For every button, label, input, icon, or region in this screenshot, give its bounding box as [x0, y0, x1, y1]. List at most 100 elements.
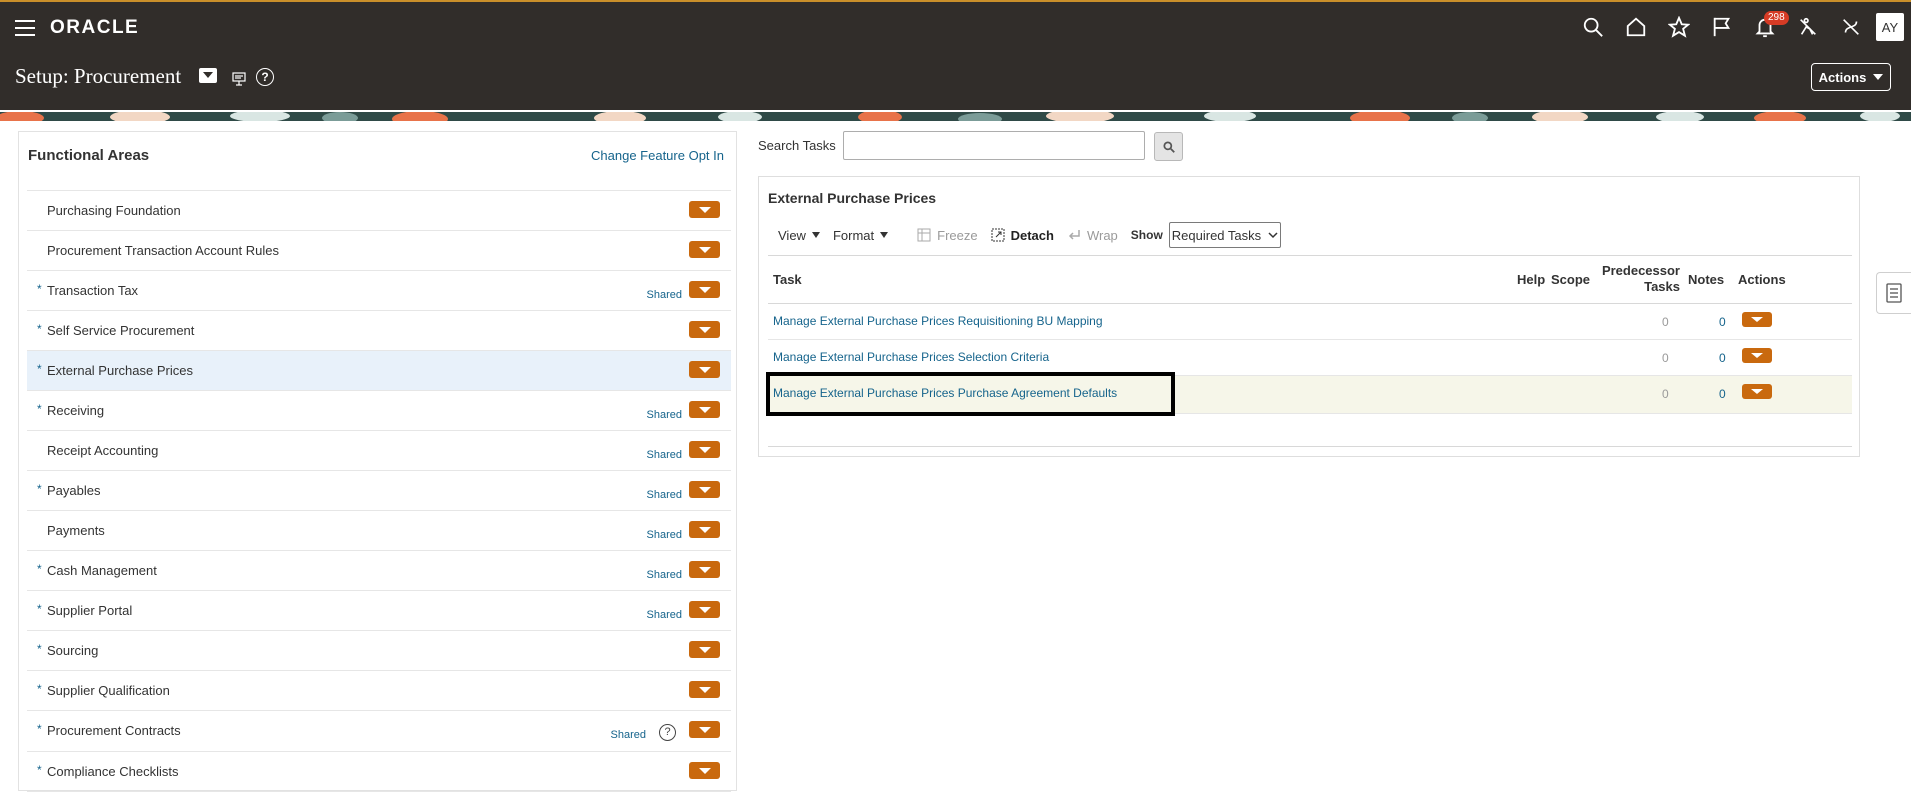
task-row: Manage External Purchase Prices Selectio… [768, 340, 1852, 376]
functional-area-row[interactable]: Receipt Accounting Shared [27, 431, 731, 471]
shared-label: Shared [610, 729, 646, 741]
task-actions-dropdown-icon[interactable] [1742, 348, 1772, 363]
task-actions-dropdown-icon[interactable] [1742, 384, 1772, 399]
notes-count-link[interactable]: 0 [1719, 351, 1726, 365]
tasks-table: Task Help Scope Predecessor Tasks Notes … [768, 255, 1852, 447]
row-actions-dropdown-icon[interactable] [689, 521, 720, 538]
row-actions-dropdown-icon[interactable] [689, 201, 720, 218]
view-menu[interactable]: View [778, 228, 820, 243]
functional-area-row[interactable]: * Self Service Procurement [27, 311, 731, 351]
page-help-icon[interactable]: ? [256, 68, 274, 86]
row-actions-dropdown-icon[interactable] [689, 321, 720, 338]
row-actions-dropdown-icon[interactable] [689, 601, 720, 618]
show-tasks-select[interactable]: Required Tasks [1168, 222, 1281, 248]
functional-area-name: Self Service Procurement [47, 323, 195, 338]
functional-area-name: Receipt Accounting [47, 443, 159, 458]
row-actions-dropdown-icon[interactable] [689, 361, 720, 378]
notes-count-link[interactable]: 0 [1719, 315, 1726, 329]
notifications-bell-icon[interactable]: 298 [1743, 10, 1789, 44]
row-actions-dropdown-icon[interactable] [689, 681, 720, 698]
search-tasks-input[interactable] [843, 131, 1145, 160]
row-actions-dropdown-icon[interactable] [689, 441, 720, 458]
column-notes: Notes [1688, 272, 1725, 287]
wrap-icon [1068, 230, 1080, 240]
functional-area-name: Receiving [47, 403, 105, 418]
detach-button[interactable]: Detach [991, 228, 1054, 243]
search-icon[interactable] [1571, 10, 1614, 44]
required-asterisk-icon: * [37, 722, 42, 736]
wrap-label: Wrap [1086, 227, 1118, 243]
required-asterisk-icon: * [37, 282, 42, 296]
functional-area-row[interactable]: Purchasing Foundation [27, 191, 731, 231]
functional-area-row[interactable]: Payments Shared [27, 511, 731, 551]
required-asterisk-icon: * [37, 602, 42, 616]
functional-area-name: Payments [47, 523, 105, 538]
required-asterisk-icon: * [37, 562, 42, 576]
functional-area-row[interactable]: Procurement Transaction Account Rules [27, 231, 731, 271]
task-link[interactable]: Manage External Purchase Prices Requisit… [773, 314, 1103, 328]
row-actions-dropdown-icon[interactable] [689, 762, 720, 779]
row-actions-dropdown-icon[interactable] [689, 481, 720, 498]
shared-label: Shared [646, 489, 682, 501]
change-feature-opt-in-link[interactable]: Change Feature Opt In [591, 148, 724, 163]
functional-area-name: Purchasing Foundation [47, 203, 181, 218]
page-title-dropdown-icon[interactable] [199, 68, 217, 83]
functional-area-row[interactable]: * Cash Management Shared [27, 551, 731, 591]
functional-area-row[interactable]: * Receiving Shared [27, 391, 731, 431]
functional-area-row[interactable]: * Supplier Qualification [27, 671, 731, 711]
task-link[interactable]: Manage External Purchase Prices Selectio… [773, 350, 1049, 364]
required-asterisk-icon: * [37, 482, 42, 496]
functional-area-row[interactable]: * Supplier Portal Shared [27, 591, 731, 631]
task-link[interactable]: Manage External Purchase Prices Purchase… [773, 386, 1117, 400]
actions-menu-button[interactable]: Actions [1811, 63, 1891, 91]
notes-count-link[interactable]: 0 [1719, 387, 1726, 401]
watchlist-flag-icon[interactable] [1700, 10, 1743, 44]
row-actions-dropdown-icon[interactable] [689, 721, 720, 738]
task-actions-dropdown-icon[interactable] [1742, 312, 1772, 327]
side-panel-toggle[interactable] [1876, 272, 1911, 314]
search-button[interactable] [1154, 132, 1183, 161]
functional-area-row-selected[interactable]: * External Purchase Prices [27, 351, 731, 391]
tasks-panel: External Purchase Prices View Format Fre… [758, 176, 1860, 457]
table-footer [768, 414, 1852, 447]
chevron-down-icon [1268, 232, 1278, 239]
functional-area-name: Procurement Contracts [47, 723, 181, 738]
functional-area-name: Transaction Tax [47, 283, 139, 298]
row-actions-dropdown-icon[interactable] [689, 401, 720, 418]
row-actions-dropdown-icon[interactable] [689, 561, 720, 578]
favorites-star-icon[interactable] [1657, 10, 1700, 44]
functional-area-row[interactable]: * Payables Shared [27, 471, 731, 511]
functional-area-row[interactable]: * Transaction Tax Shared [27, 271, 731, 311]
functional-area-row[interactable]: * Procurement Contracts Shared ? [27, 711, 731, 752]
freeze-button[interactable]: Freeze [917, 228, 978, 243]
wrap-button[interactable]: Wrap [1067, 228, 1118, 243]
functional-area-row[interactable]: * Sourcing [27, 631, 731, 671]
row-actions-dropdown-icon[interactable] [689, 241, 720, 258]
navigator-menu-icon[interactable] [15, 20, 35, 36]
help-icon[interactable]: ? [659, 724, 676, 741]
format-menu[interactable]: Format [832, 227, 889, 243]
home-icon[interactable] [1614, 10, 1657, 44]
row-actions-dropdown-icon[interactable] [689, 641, 720, 658]
predecessor-count: 0 [1662, 315, 1669, 329]
predecessor-count: 0 [1662, 387, 1669, 401]
functional-area-row[interactable]: * Compliance Checklists [27, 752, 731, 792]
column-predecessor-line1: Predecessor [1601, 263, 1680, 278]
shared-label: Shared [646, 529, 682, 541]
detach-icon [991, 228, 1005, 242]
user-avatar[interactable]: AY [1876, 13, 1904, 41]
format-menu-label: Format [832, 227, 875, 243]
report-icon[interactable] [232, 72, 248, 86]
column-predecessor-tasks: Predecessor Tasks [1600, 263, 1680, 295]
view-menu-label: View [778, 227, 806, 243]
shared-label: Shared [646, 449, 682, 461]
shared-label: Shared [646, 569, 682, 581]
hide-help-icon[interactable] [1829, 10, 1872, 44]
required-asterisk-icon: * [37, 322, 42, 336]
functional-area-name: External Purchase Prices [47, 363, 193, 378]
accessibility-icon[interactable] [1786, 10, 1829, 44]
row-actions-dropdown-icon[interactable] [689, 281, 720, 298]
shared-label: Shared [646, 409, 682, 421]
actions-menu-label: Actions [1818, 69, 1867, 85]
tasks-panel-title: External Purchase Prices [768, 190, 937, 206]
